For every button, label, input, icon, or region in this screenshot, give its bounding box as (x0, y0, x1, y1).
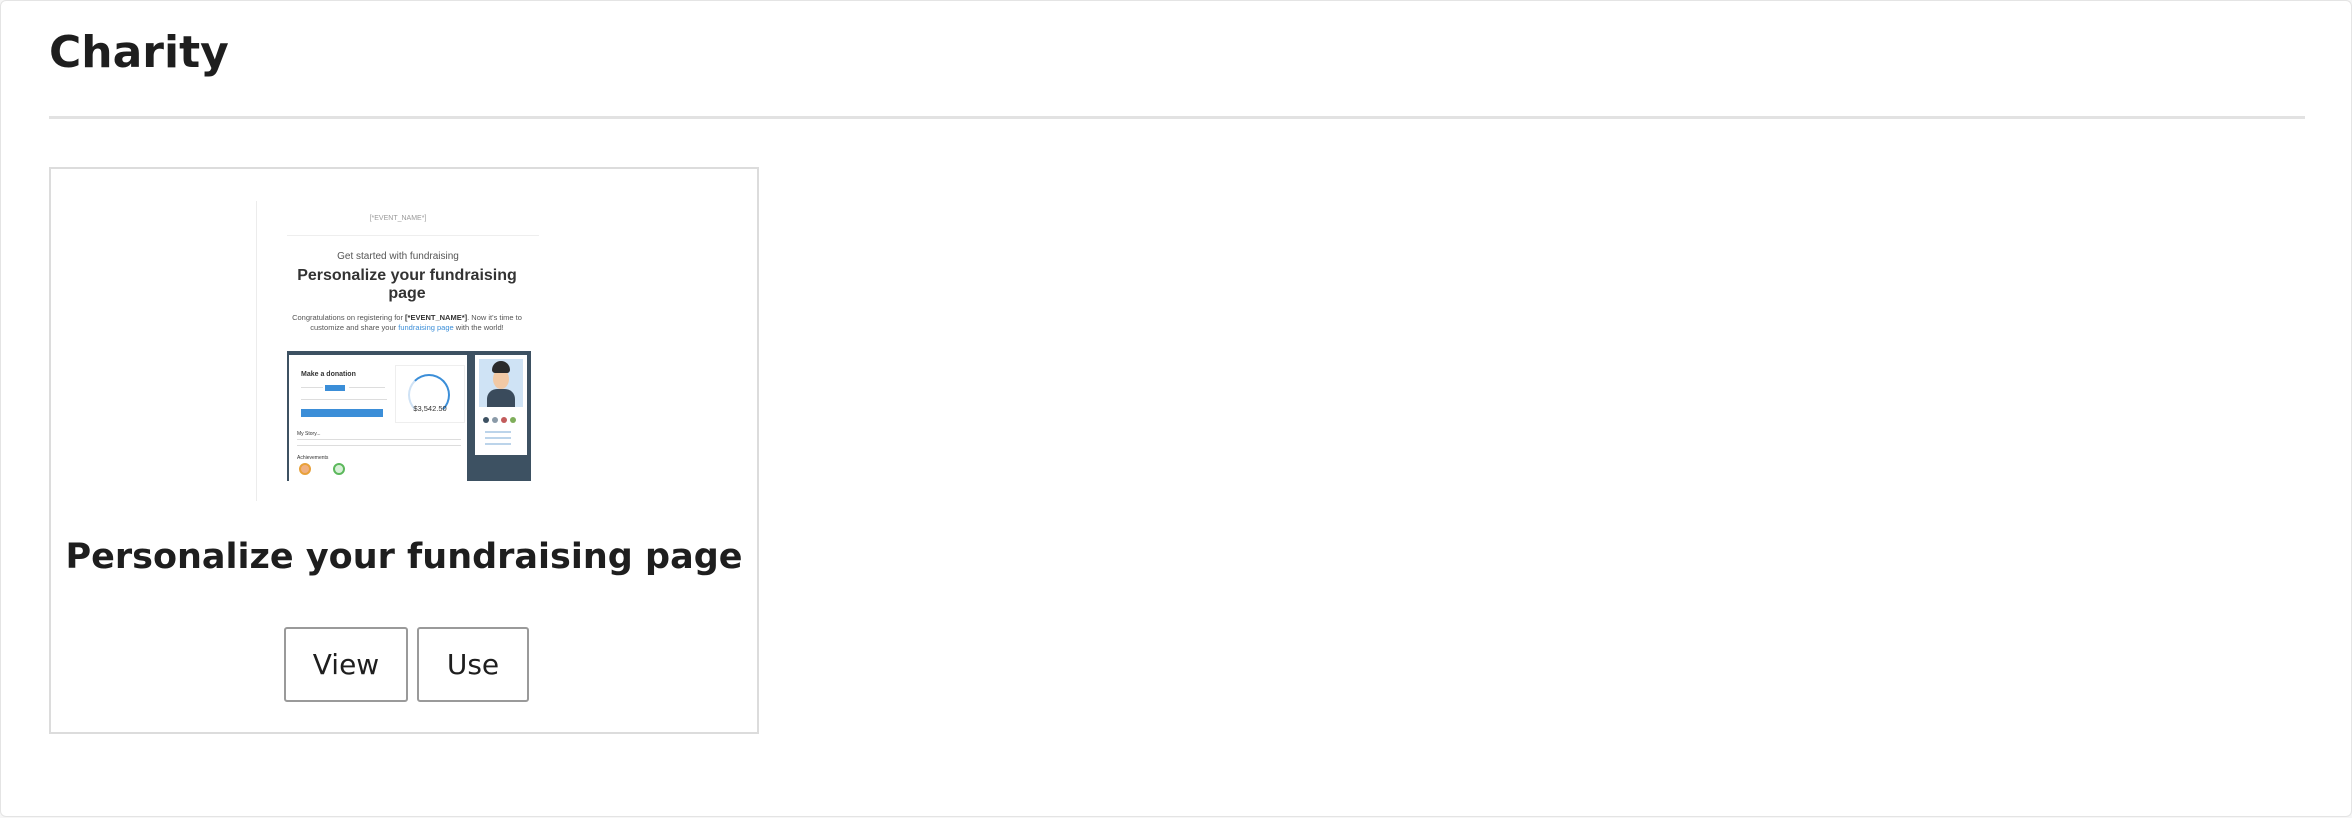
preview-line (301, 399, 387, 400)
preview-rule (287, 235, 539, 236)
preview-amount: $3,542.50 (413, 404, 447, 413)
charity-section: Charity [*EVENT_NAME*] Get started with … (0, 0, 2352, 817)
preview-gauge: $3,542.50 (395, 365, 465, 423)
preview-donation-label: Make a donation (301, 371, 356, 378)
preview-line (301, 387, 323, 388)
view-button[interactable]: View (284, 627, 408, 702)
preview-eyebrow: Get started with fundraising (337, 251, 459, 262)
section-title: Charity (49, 27, 229, 78)
avatar-shoulders (487, 389, 515, 407)
social-dot-icon (492, 417, 498, 423)
preview-body: Congratulations on registering for [*EVE… (287, 313, 527, 333)
preview-body-suffix: with the world! (453, 323, 504, 332)
avatar (479, 359, 523, 407)
medal-icon (333, 463, 345, 475)
preview-donate-button (301, 409, 383, 417)
preview-achievements-label: Achievements (297, 455, 329, 461)
preview-body-prefix: Congratulations on registering for (292, 313, 406, 322)
preview-line (297, 445, 461, 446)
social-dot-icon (510, 417, 516, 423)
preview-line (485, 443, 511, 445)
preview-heading: Personalize your fundraising page (297, 267, 517, 302)
template-title: Personalize your fundraising page (65, 537, 743, 577)
preview-body-event: [*EVENT_NAME*] (405, 313, 468, 322)
medal-icon (299, 463, 311, 475)
preview-screenshot: Make a donation $3,542.50 My Story... Ac… (287, 351, 531, 481)
preview-story-label: My Story... (297, 431, 321, 437)
preview-event-tag: [*EVENT_NAME*] (369, 215, 427, 222)
section-divider (49, 116, 2305, 119)
preview-line (297, 439, 461, 440)
preview-line (349, 387, 385, 388)
avatar-hair (492, 361, 510, 373)
social-dot-icon (501, 417, 507, 423)
preview-donation-panel: Make a donation $3,542.50 My Story... Ac… (289, 355, 467, 481)
use-button[interactable]: Use (417, 627, 529, 702)
template-card: [*EVENT_NAME*] Get started with fundrais… (49, 167, 759, 734)
preview-body-link: fundraising page (398, 323, 454, 332)
template-preview-image: [*EVENT_NAME*] Get started with fundrais… (256, 201, 539, 501)
preview-profile-card (475, 355, 527, 455)
preview-amount-pill (325, 385, 345, 391)
social-dot-icon (483, 417, 489, 423)
preview-line (485, 437, 511, 439)
preview-line (485, 431, 511, 433)
